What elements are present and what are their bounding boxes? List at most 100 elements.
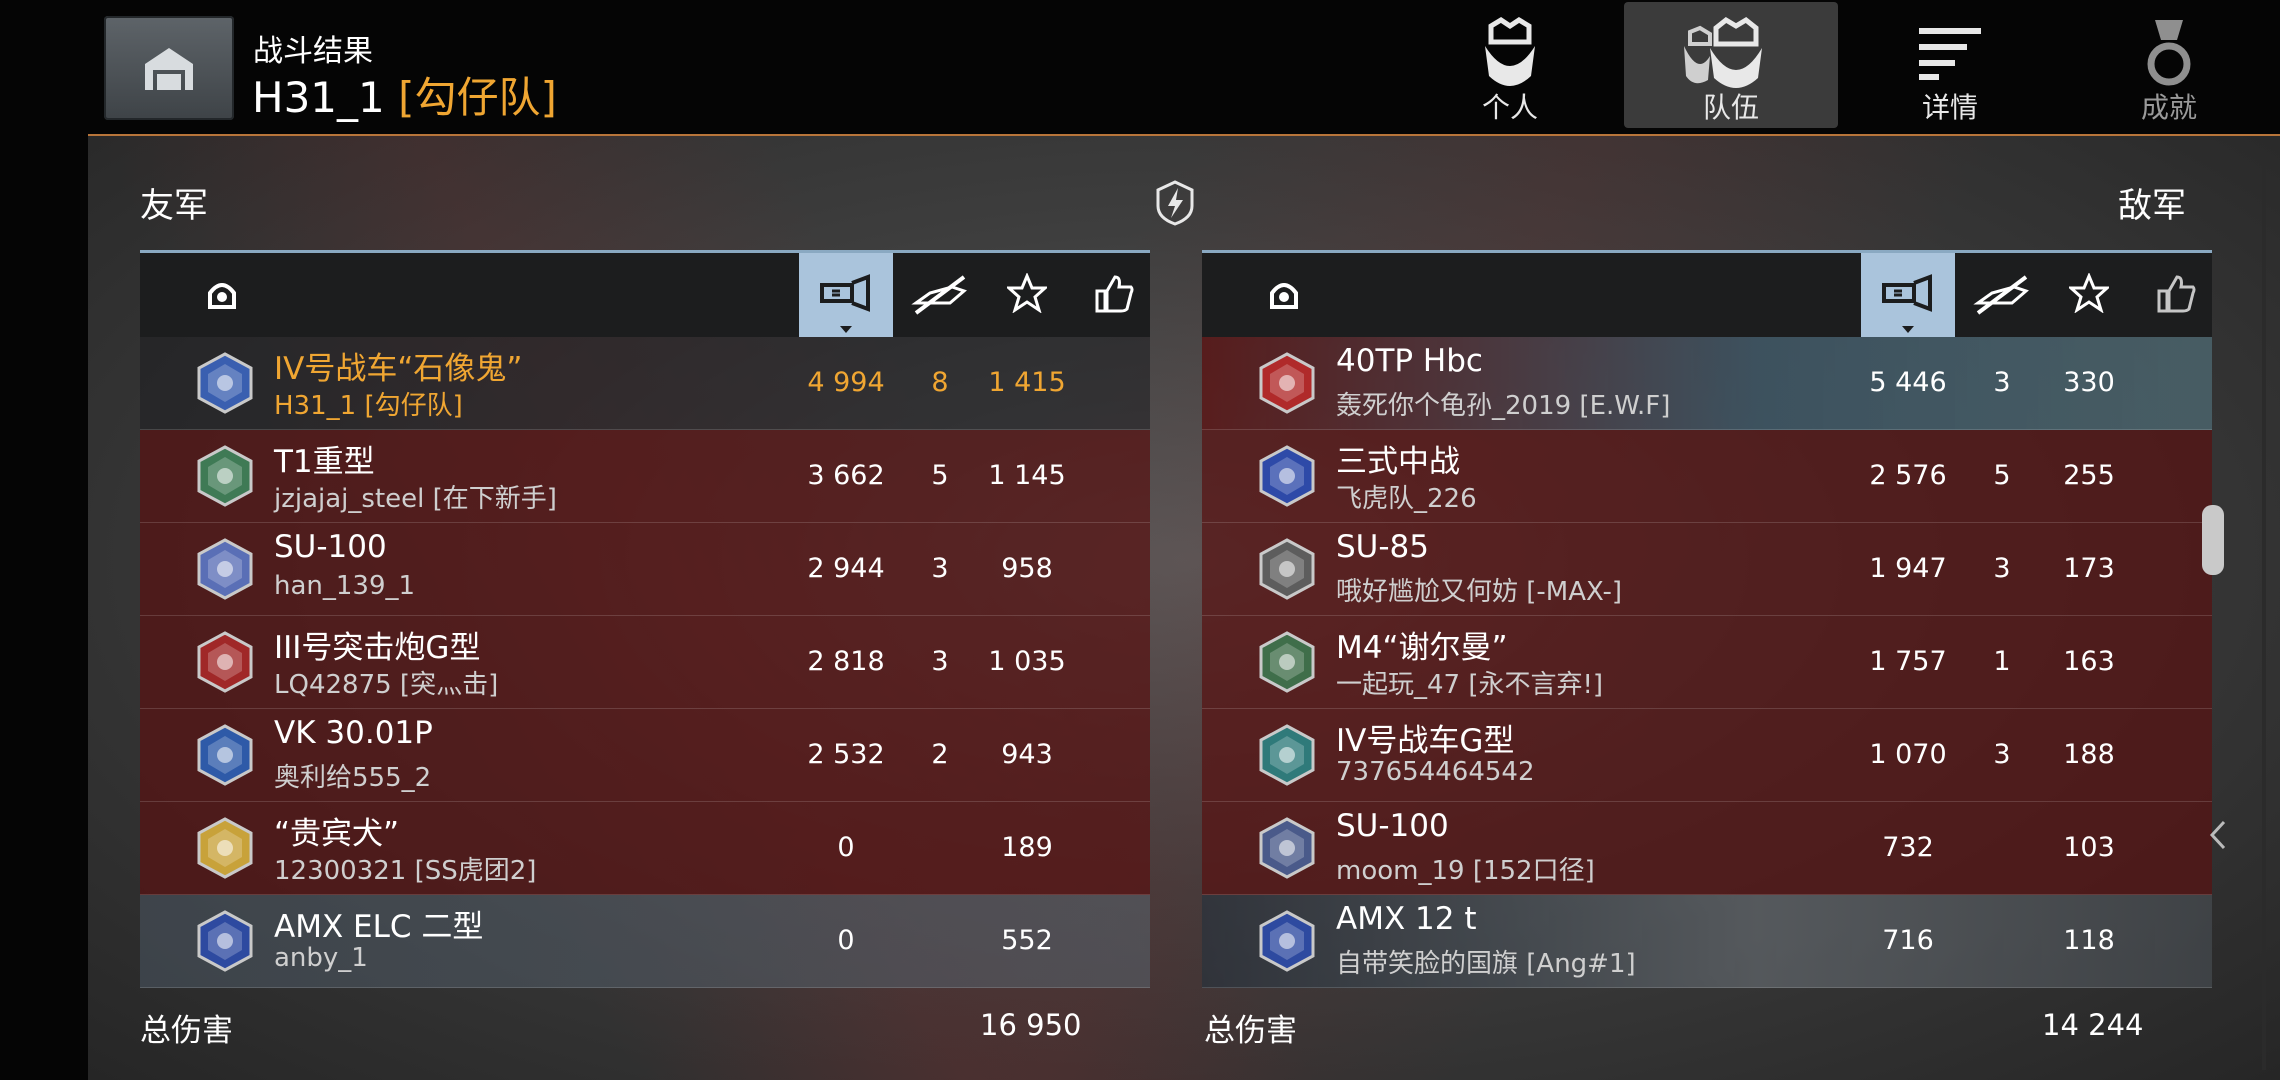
player-row[interactable]: III号突击炮G型 LQ42875 [突灬击] 2 818 3 1 035 [140, 616, 1150, 709]
player-row[interactable]: AMX ELC 二型 anby_1 0 552 [140, 895, 1150, 988]
player-name: H31_1 [勾仔队] [274, 391, 463, 421]
enemies-total-damage: 14 244 [2042, 1008, 2144, 1042]
player-name: jzjajaj_steel [在下新手] [274, 484, 557, 514]
player-name: 轰死你个龟孙_2019 [E.W.F] [1336, 391, 1671, 421]
tab-personal[interactable]: 个人 [1403, 2, 1617, 128]
tank-badge-icon [1256, 538, 1318, 600]
damage-value: 5 446 [1869, 367, 1947, 398]
tank-name: 三式中战 [1336, 444, 1460, 480]
kills-value: 3 [1993, 553, 2011, 584]
enemies-rows: 40TP Hbc 轰死你个龟孙_2019 [E.W.F] 5 446 3 330 三式中战… [1202, 337, 2212, 988]
allies-label: 友军 [140, 186, 208, 226]
tab-team[interactable]: 队伍 [1624, 2, 1838, 128]
enemies-table: 40TP Hbc 轰死你个龟孙_2019 [E.W.F] 5 446 3 330 三式中战… [1202, 250, 2212, 988]
player-row[interactable]: SU-85 哦好尴尬又何妨 [-MAX-] 1 947 3 173 [1202, 523, 2212, 616]
player-row[interactable]: 三式中战 飞虎队_226 2 576 5 255 [1202, 430, 2212, 523]
player-name: 哦好尴尬又何妨 [-MAX-] [1336, 577, 1623, 607]
tank-icon [208, 283, 236, 309]
player-row[interactable]: “贵宾犬” 12300321 [SS虎团2] 0 189 [140, 802, 1150, 895]
player-name: 737654464542 [1336, 757, 1535, 787]
team-icon [1684, 16, 1762, 88]
details-list-icon [1919, 28, 1981, 80]
allies-table: IV号战车“石像鬼” H31_1 [勾仔队] 4 994 8 1 415 T1重型 jzja… [140, 250, 1150, 988]
like-icon [1095, 275, 1134, 313]
tab-achievements[interactable]: 成就 [2062, 2, 2276, 128]
tank-name: SU-100 [274, 529, 387, 565]
player-row[interactable]: M4“谢尔曼” 一起玩_47 [永不言弃!] 1 757 1 163 [1202, 616, 2212, 709]
collapse-panel-button[interactable] [2206, 818, 2228, 856]
battle-lightning-icon [1154, 180, 1196, 230]
scroll-track[interactable] [2262, 150, 2266, 1070]
sort-damage-column[interactable] [799, 253, 893, 337]
player-row[interactable]: VK 30.01P 奥利给555_2 2 532 2 943 [140, 709, 1150, 802]
tank-badge-icon [1256, 724, 1318, 786]
player-name: anby_1 [274, 943, 368, 973]
kills-value: 5 [931, 460, 949, 491]
tank-badge-icon [1256, 352, 1318, 414]
sort-arrow-icon [840, 326, 852, 333]
player-row[interactable]: T1重型 jzjajaj_steel [在下新手] 3 662 5 1 145 [140, 430, 1150, 523]
player-name: 一起玩_47 [永不言弃!] [1336, 670, 1604, 700]
allies-table-header [140, 250, 1150, 337]
garage-icon [145, 48, 193, 90]
player-row[interactable]: SU-100 han_139_1 2 944 3 958 [140, 523, 1150, 616]
sort-xp-column[interactable] [2042, 253, 2136, 337]
player-row[interactable]: IV号战车G型 737654464542 1 070 3 188 [1202, 709, 2212, 802]
tank-badge-icon [194, 352, 256, 414]
damage-value: 4 994 [807, 367, 885, 398]
xp-star-icon [2069, 273, 2109, 313]
tank-name: IV号战车G型 [1336, 723, 1515, 759]
player-row[interactable]: 40TP Hbc 轰死你个龟孙_2019 [E.W.F] 5 446 3 330 [1202, 337, 2212, 430]
player-name: 奥利给555_2 [274, 763, 432, 793]
sort-kills-column[interactable] [1955, 253, 2049, 337]
sort-xp-column[interactable] [980, 253, 1074, 337]
kills-icon [1973, 275, 2029, 315]
tank-name: 40TP Hbc [1336, 343, 1483, 379]
xp-value: 330 [2063, 367, 2115, 398]
tank-badge-icon [194, 445, 256, 507]
enemies-total-label: 总伤害 [1204, 1013, 1297, 1049]
tab-details[interactable]: 详情 [1843, 2, 2057, 128]
battle-results-screen: 战斗结果 H31_1 [勾仔队] 个人 队伍 详情 成就 友军 敌军 IV号战车… [0, 0, 2280, 1080]
player-clan: [勾仔队] [398, 73, 557, 122]
sort-like-column[interactable] [2129, 253, 2223, 337]
sort-damage-column[interactable] [1861, 253, 1955, 337]
allies-rows: IV号战车“石像鬼” H31_1 [勾仔队] 4 994 8 1 415 T1重型 jzja… [140, 337, 1150, 988]
xp-value: 118 [2063, 925, 2115, 956]
tank-name: M4“谢尔曼” [1336, 630, 1508, 666]
player-name: H31_1 [252, 73, 385, 122]
player-row[interactable]: IV号战车“石像鬼” H31_1 [勾仔队] 4 994 8 1 415 [140, 337, 1150, 430]
tank-badge-icon [194, 910, 256, 972]
kills-value: 5 [1993, 460, 2011, 491]
player-row[interactable]: SU-100 moom_19 [152口径] 732 103 [1202, 802, 2212, 895]
damage-value: 0 [837, 832, 855, 863]
garage-home-button[interactable] [104, 16, 234, 120]
xp-value: 958 [1001, 553, 1053, 584]
tank-badge-icon [1256, 910, 1318, 972]
tank-name: AMX 12 t [1336, 901, 1477, 937]
tank-name: SU-85 [1336, 529, 1429, 565]
tank-name: “贵宾犬” [274, 816, 400, 852]
tab-personal-label: 个人 [1481, 91, 1538, 124]
sort-arrow-icon [1902, 326, 1914, 333]
player-row[interactable]: AMX 12 t 自带笑脸的国旗 [Ang#1] 716 118 [1202, 895, 2212, 988]
tank-badge-icon [1256, 631, 1318, 693]
tank-badge-icon [194, 724, 256, 786]
medal-icon [2147, 20, 2191, 86]
tank-badge-icon [1256, 817, 1318, 879]
damage-value: 716 [1882, 925, 1934, 956]
enemies-label: 敌军 [2118, 186, 2186, 226]
xp-value: 255 [2063, 460, 2115, 491]
tank-name: SU-100 [1336, 808, 1449, 844]
allies-total-label: 总伤害 [140, 1013, 233, 1049]
sort-kills-column[interactable] [893, 253, 987, 337]
tab-team-label: 队伍 [1702, 91, 1759, 124]
scrollbar-thumb[interactable] [2202, 505, 2224, 575]
tank-icon [1270, 283, 1298, 309]
tank-badge-icon [194, 631, 256, 693]
player-title: H31_1 [勾仔队] [252, 64, 557, 125]
tank-badge-icon [194, 817, 256, 879]
xp-value: 1 415 [988, 367, 1066, 398]
sort-like-column[interactable] [1067, 253, 1161, 337]
xp-value: 1 145 [988, 460, 1066, 491]
